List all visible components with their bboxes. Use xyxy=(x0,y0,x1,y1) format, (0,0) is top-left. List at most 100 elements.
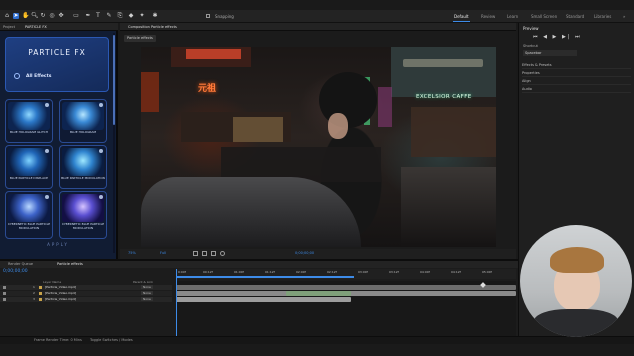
brush-icon[interactable]: ✎ xyxy=(106,13,112,19)
workspace-review[interactable]: Review xyxy=(478,13,498,20)
webcam-overlay xyxy=(520,225,632,337)
rotate-icon[interactable]: ↻ xyxy=(40,13,46,19)
layer-row[interactable]: 3 [Particle_Video.mp4] None xyxy=(0,297,172,302)
car-roof xyxy=(141,177,361,247)
mask-icon[interactable] xyxy=(211,251,216,256)
layer-number: 1 xyxy=(33,285,35,289)
rectangle-icon[interactable]: ▭ xyxy=(73,13,79,19)
effect-card[interactable]: BLUE PARTICLE MODULATION xyxy=(59,145,107,189)
parent-select[interactable]: None xyxy=(141,297,153,301)
camera-icon[interactable]: ◎ xyxy=(49,13,55,19)
hand-icon[interactable]: ✋ xyxy=(22,13,29,19)
favorite-icon[interactable] xyxy=(99,103,103,107)
pan-icon[interactable]: ✥ xyxy=(58,13,64,19)
panel-scrollbar[interactable] xyxy=(113,33,115,253)
layer-bar[interactable] xyxy=(176,297,351,302)
favorite-icon[interactable] xyxy=(99,149,103,153)
shortcut-select[interactable]: Spacebar xyxy=(523,50,577,56)
all-effects-label[interactable]: All Effects xyxy=(26,74,51,79)
playback-controls[interactable]: ⏮ ◀ ▶ ▶| ⏭ xyxy=(533,34,582,40)
toolbar: ⌂ ➤ ✋ 🔍︎ ↻ ◎ ✥ ▭ ✒ T ✎ ⎘ ◆ ✦ ✱ Snapping … xyxy=(0,10,634,23)
zoom-select[interactable]: 75% xyxy=(128,251,136,255)
video-frame: 元祖 EXCELSIOR CAFFE xyxy=(141,47,496,247)
track-area xyxy=(176,269,516,336)
effect-card-label: BLUE PARTICLE DISPLACE xyxy=(9,176,49,180)
apply-label[interactable]: APPLY xyxy=(0,242,116,247)
tab-render-queue[interactable]: Render Queue xyxy=(8,261,33,267)
viewer-timecode[interactable]: 0;00;00;00 xyxy=(295,251,314,255)
car-right xyxy=(401,167,496,247)
visibility-icon[interactable] xyxy=(3,292,6,295)
section-audio[interactable]: Audio xyxy=(522,86,631,93)
section-properties[interactable]: Properties xyxy=(522,70,631,77)
favorite-icon[interactable] xyxy=(45,103,49,107)
puppet-icon[interactable]: ✱ xyxy=(152,13,158,19)
timeline-timecode[interactable]: 0;00;00;00 xyxy=(3,269,28,274)
selection-icon[interactable]: ➤ xyxy=(13,13,19,19)
layer-number: 2 xyxy=(33,291,35,295)
roto-icon[interactable]: ✦ xyxy=(139,13,145,19)
clone-icon[interactable]: ⎘ xyxy=(117,13,123,19)
effect-thumbnail xyxy=(8,148,50,176)
layer-row[interactable]: 2 [Particle_Video.mp4] None xyxy=(0,291,172,296)
effect-card[interactable]: CYBERNETIC BLUE PARTICLE MODULATION xyxy=(59,191,107,239)
shop-window xyxy=(233,117,283,142)
layer-name[interactable]: [Particle_Video.mp4] xyxy=(45,297,76,301)
workspace-default[interactable]: Default xyxy=(451,13,472,22)
effects-filter-icon[interactable] xyxy=(14,73,20,79)
quality-select[interactable]: Full xyxy=(160,251,166,255)
layer-name[interactable]: [Particle_Video.mp4] xyxy=(45,291,76,295)
snapping-label: Snapping xyxy=(215,14,234,19)
timeline-panel: Render Queue Particle effects 0;00;00;00… xyxy=(0,259,518,336)
zoom-icon[interactable]: 🔍︎ xyxy=(31,13,39,19)
tab-project[interactable]: Project xyxy=(3,24,15,30)
workspace-libraries[interactable]: Libraries xyxy=(591,13,614,20)
layer-color-icon xyxy=(39,286,42,289)
pen-icon[interactable]: ✒ xyxy=(85,13,91,19)
effect-card[interactable]: CYBERNETIC BLUE PARTICLE MODULATION xyxy=(5,191,53,239)
panel-tab-bar: Project PARTICLE FX xyxy=(0,23,118,31)
toggle-switches[interactable]: Toggle Switches / Modes xyxy=(90,338,133,342)
ruler-mark: 0:00f xyxy=(178,270,186,274)
work-area-bar[interactable] xyxy=(176,276,354,278)
favorite-icon[interactable] xyxy=(45,195,49,199)
eraser-icon[interactable]: ◆ xyxy=(128,13,134,19)
favorite-icon[interactable] xyxy=(99,195,103,199)
time-ruler[interactable]: 0:00f 00:12f 01:00f 01:12f 02:00f 02:12f… xyxy=(176,269,516,279)
layer-bar-highlight[interactable] xyxy=(286,291,351,296)
visibility-icon[interactable] xyxy=(3,286,6,289)
workspace-overflow-icon[interactable]: » xyxy=(620,13,628,20)
type-icon[interactable]: T xyxy=(95,13,101,19)
grid-icon[interactable] xyxy=(202,251,207,256)
visibility-icon[interactable] xyxy=(3,298,6,301)
playhead[interactable] xyxy=(176,269,177,336)
workspace-learn[interactable]: Learn xyxy=(504,13,521,20)
layer-row[interactable]: 1 [Particle_Video.mp4] None xyxy=(0,285,172,290)
effect-card[interactable]: BLUE HOLOGRAM xyxy=(59,99,107,143)
section-effects-presets[interactable]: Effects & Presets xyxy=(522,62,631,69)
parent-select[interactable]: None xyxy=(141,291,153,295)
tab-composition[interactable]: Composition Particle effects xyxy=(128,24,177,30)
channel-icon[interactable] xyxy=(220,251,225,256)
layer-bar[interactable] xyxy=(176,285,516,290)
snapshot-icon[interactable] xyxy=(193,251,198,256)
workspace-small-screen[interactable]: Small Screen xyxy=(528,13,560,20)
layer-number: 3 xyxy=(33,297,35,301)
ruler-mark: 00:12f xyxy=(203,270,213,274)
favorite-icon[interactable] xyxy=(45,149,49,153)
effect-card[interactable]: BLUE PARTICLE DISPLACE xyxy=(5,145,53,189)
home-icon[interactable]: ⌂ xyxy=(4,13,10,19)
ruler-mark: 01:00f xyxy=(234,270,244,274)
effect-card-label: BLUE PARTICLE MODULATION xyxy=(61,176,105,180)
effect-card-label: CYBERNETIC BLUE PARTICLE MODULATION xyxy=(7,222,51,230)
ruler-mark: 03:12f xyxy=(389,270,399,274)
effect-card[interactable]: BLUE HOLOGRAM GLITCH xyxy=(5,99,53,143)
layer-name[interactable]: [Particle_Video.mp4] xyxy=(45,285,76,289)
tab-particle-fx[interactable]: PARTICLE FX xyxy=(25,24,47,30)
tab-particle-effects[interactable]: Particle effects xyxy=(57,261,83,267)
section-align[interactable]: Align xyxy=(522,78,631,85)
workspace-standard[interactable]: Standard xyxy=(563,13,587,20)
comp-chip[interactable]: Particle effects xyxy=(124,35,156,42)
parent-select[interactable]: None xyxy=(141,285,153,289)
snapping-checkbox[interactable] xyxy=(206,14,210,18)
